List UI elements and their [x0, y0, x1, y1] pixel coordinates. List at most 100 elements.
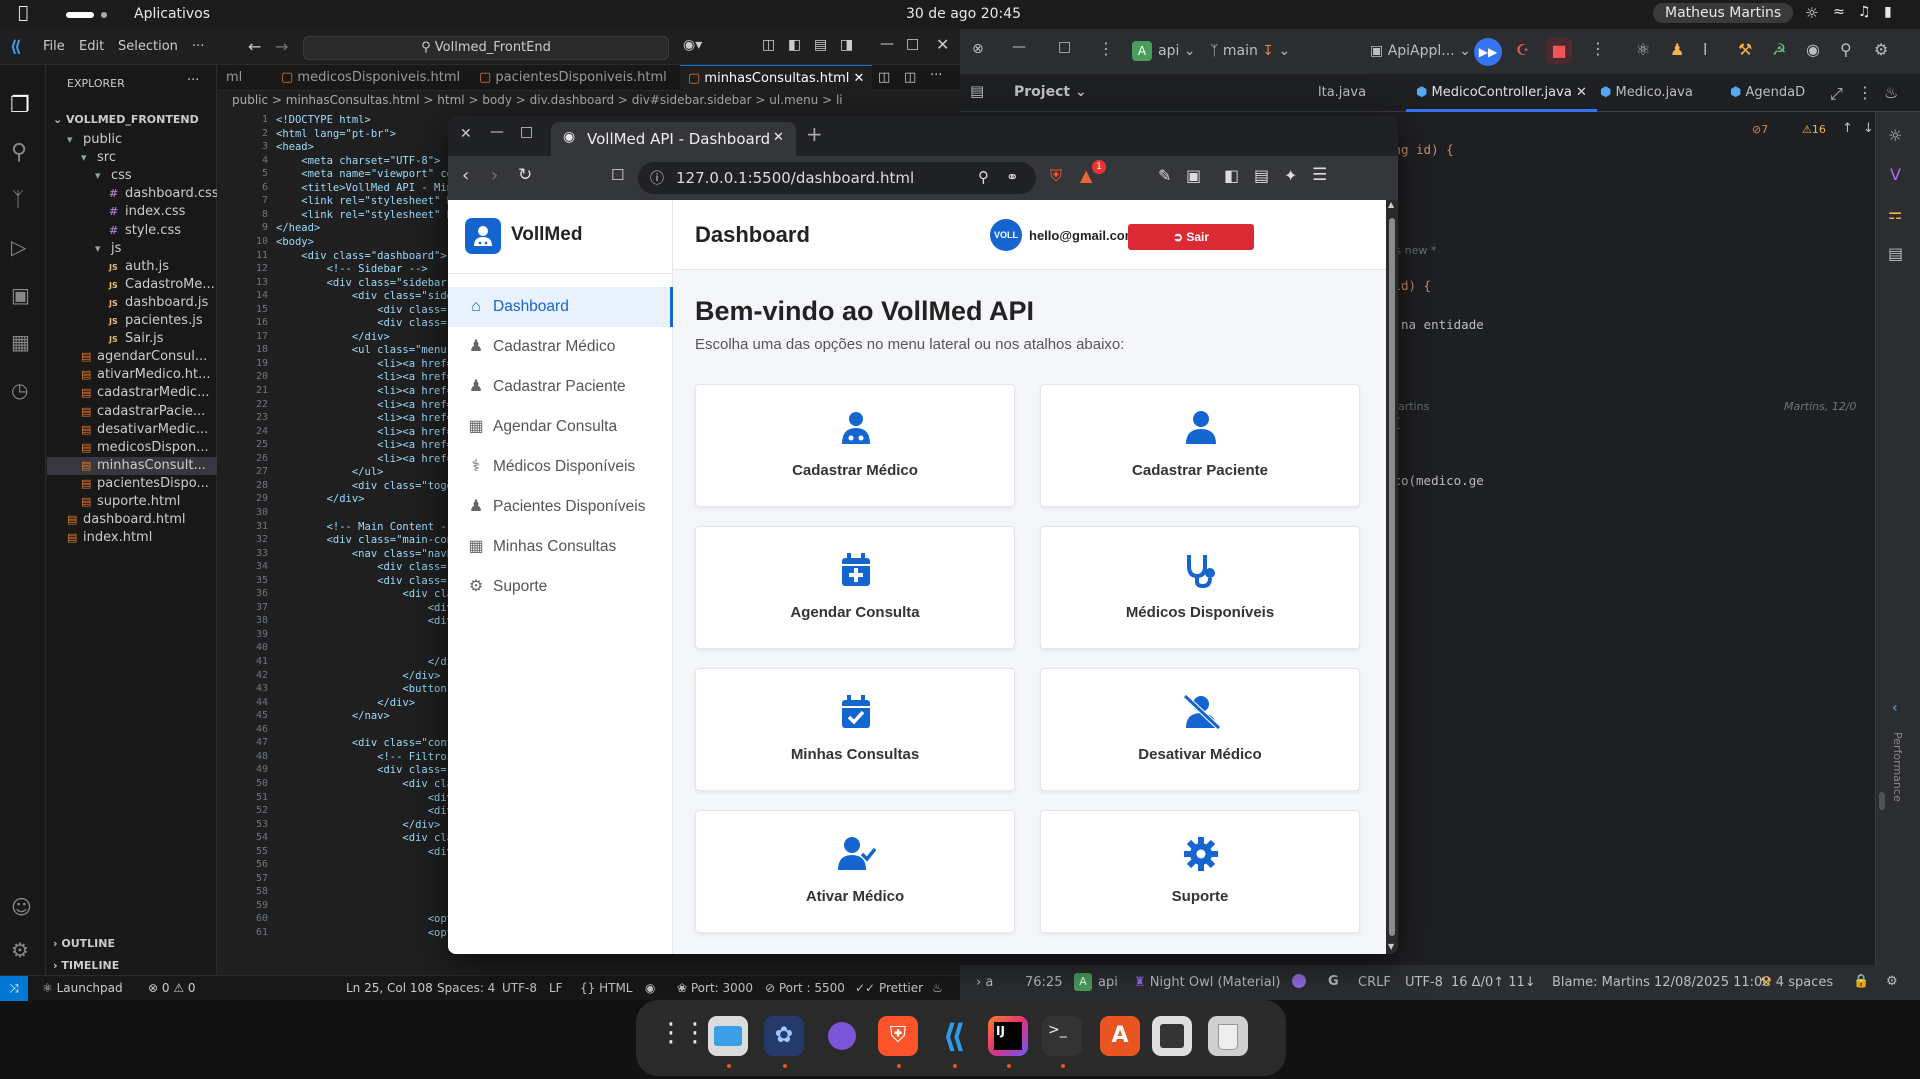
- tree-item[interactable]: JS pacientes.js: [47, 312, 217, 330]
- remote-indicator-icon[interactable]: ⤨: [0, 976, 28, 1001]
- indentation[interactable]: Spaces: 4: [437, 981, 495, 995]
- timeline-section[interactable]: › TIMELINE: [47, 955, 217, 977]
- tree-item[interactable]: ▾ css: [47, 167, 217, 185]
- close-window-icon[interactable]: ✕: [460, 126, 472, 142]
- close-tab-icon[interactable]: ✕: [854, 71, 865, 86]
- sidebar-item-agendar-consulta[interactable]: ▦ Agendar Consulta: [448, 407, 673, 447]
- tab-medicos-disponiveis[interactable]: ▢ medicosDisponiveis.html: [273, 65, 468, 91]
- collapse-icon[interactable]: ‹: [1892, 700, 1898, 716]
- shortcut-card-cadastrar-m-dico[interactable]: Cadastrar Médico: [695, 384, 1015, 507]
- app-center-icon[interactable]: A: [1100, 1016, 1140, 1056]
- terminal-icon[interactable]: >_: [1042, 1016, 1082, 1056]
- toggle-panel-icon[interactable]: ▤: [814, 37, 827, 53]
- layout-panels-icon[interactable]: ◫: [762, 37, 775, 53]
- tab-pacientes-disponiveis[interactable]: ▢ pacientesDisponiveis.html: [471, 65, 675, 91]
- settings-gear-icon[interactable]: ⚙: [1874, 40, 1888, 59]
- close-window-icon[interactable]: ⊗: [972, 41, 984, 57]
- tree-item[interactable]: ▾ public: [47, 131, 217, 149]
- line-separator[interactable]: CRLF: [1358, 975, 1391, 990]
- prettier-status[interactable]: ✓✓ Prettier: [855, 981, 923, 995]
- blame-info[interactable]: Blame: Martins 12/08/2025 11:00: [1552, 975, 1771, 990]
- minimize-icon[interactable]: —: [490, 124, 504, 140]
- status-breadcrumb[interactable]: › a: [976, 975, 993, 990]
- browser-scrollbar[interactable]: ▲ ▼: [1386, 200, 1398, 954]
- battery-icon[interactable]: ▮: [1884, 4, 1892, 20]
- split-editor-icon[interactable]: ◫: [904, 70, 916, 85]
- copilot-status-icon[interactable]: [1292, 974, 1306, 988]
- address-bar[interactable]: ⓘ 127.0.0.1:5500/dashboard.html ⚲ ⚭: [638, 162, 1036, 194]
- tree-item[interactable]: ▤ agendarConsul...: [47, 348, 217, 366]
- extensions-icon[interactable]: ✎: [1158, 166, 1171, 185]
- file-encoding[interactable]: UTF-8: [1405, 975, 1443, 990]
- menu-selection[interactable]: Selection: [118, 39, 178, 54]
- tab-medico-controller[interactable]: ⬢ MedicoController.java ✕: [1406, 74, 1597, 112]
- tree-item[interactable]: ▤ medicosDispon...: [47, 439, 217, 457]
- workspace-indicator-icon[interactable]: [66, 12, 94, 18]
- maximize-icon[interactable]: □: [906, 36, 919, 52]
- mysql-workbench-icon[interactable]: ✿: [764, 1016, 804, 1056]
- forward-icon[interactable]: ›: [491, 165, 498, 186]
- tree-item[interactable]: ▤ cadastrarPacie...: [47, 403, 217, 421]
- menu-file[interactable]: File: [43, 39, 65, 54]
- brightness-icon[interactable]: ☼: [1805, 4, 1818, 22]
- leo-ai-icon[interactable]: ✦: [1284, 166, 1297, 185]
- sidebar-item-pacientes-dispon-veis[interactable]: ♟ Pacientes Disponíveis: [448, 487, 673, 527]
- shortcut-card-desativar-m-dico[interactable]: Desativar Médico: [1040, 668, 1360, 791]
- tab-partial-java[interactable]: lta.java: [1318, 85, 1366, 100]
- workspace-dot-icon[interactable]: [101, 12, 107, 18]
- close-tab-icon[interactable]: ✕: [773, 130, 784, 145]
- indent-selector[interactable]: ⚒ 4 spaces: [1760, 975, 1833, 990]
- close-tab-icon[interactable]: ✕: [1576, 85, 1587, 100]
- extensions-icon[interactable]: ▦: [11, 330, 30, 354]
- shortcut-card-agendar-consulta[interactable]: Agendar Consulta: [695, 526, 1015, 649]
- source-control-icon[interactable]: ᛉ: [12, 187, 24, 211]
- next-highlight-icon[interactable]: ↓: [1863, 121, 1874, 136]
- bookmark-icon[interactable]: ☐: [611, 166, 624, 184]
- stop-icon[interactable]: ■: [1546, 38, 1572, 64]
- tree-item[interactable]: ▤ dashboard.html: [47, 511, 217, 529]
- status-project[interactable]: api: [1098, 975, 1118, 990]
- timeline-icon[interactable]: ◷: [11, 378, 28, 402]
- tree-item[interactable]: # dashboard.css: [47, 185, 217, 203]
- menu-hamburger-icon[interactable]: ☰: [1312, 165, 1327, 185]
- performance-tab[interactable]: Performance: [1891, 732, 1904, 802]
- translate-icon[interactable]: ا: [1703, 40, 1707, 59]
- tree-item[interactable]: ▾ src: [47, 149, 217, 167]
- scroll-down-icon[interactable]: ▼: [1388, 942, 1394, 951]
- lock-icon[interactable]: 🔒: [1853, 974, 1869, 989]
- logout-button[interactable]: ➲ Sair: [1128, 224, 1254, 250]
- sidebar-item-dashboard[interactable]: ⌂ Dashboard: [448, 287, 673, 327]
- copilot-icon[interactable]: ◉▾: [683, 37, 702, 53]
- back-arrow-icon[interactable]: ←: [248, 37, 261, 56]
- tree-item[interactable]: ▤ desativarMedic...: [47, 421, 217, 439]
- explorer-more-icon[interactable]: ···: [187, 73, 199, 88]
- obsidian-icon[interactable]: [822, 1016, 862, 1056]
- tree-item[interactable]: JS dashboard.js: [47, 294, 217, 312]
- main-menu-icon[interactable]: ⋮: [1098, 39, 1114, 58]
- info-icon[interactable]: ⓘ: [650, 168, 664, 188]
- tab-agenda[interactable]: ⬢ AgendaD: [1730, 85, 1805, 100]
- rerun-icon[interactable]: ▶▶: [1474, 38, 1502, 66]
- maximize-icon[interactable]: □: [1058, 39, 1071, 55]
- open-preview-icon[interactable]: ◫: [878, 70, 890, 85]
- command-center-search[interactable]: ⚲ Vollmed_FrontEnd: [303, 36, 669, 60]
- wallet-icon[interactable]: ▤: [1254, 166, 1269, 185]
- language-mode[interactable]: {} HTML: [580, 981, 632, 995]
- vscode-plugin-icon[interactable]: V: [1890, 165, 1901, 184]
- wifi-icon[interactable]: ≈: [1833, 4, 1845, 20]
- menu-edit[interactable]: Edit: [79, 39, 104, 54]
- vscode-dock-icon[interactable]: ⟪: [934, 1016, 974, 1056]
- account-icon[interactable]: ☺: [11, 895, 32, 919]
- search-icon[interactable]: ⚲: [11, 140, 27, 165]
- tree-item[interactable]: ▤ pacientesDispo...: [47, 475, 217, 493]
- inspections-count[interactable]: ⊘7: [1752, 123, 1768, 136]
- maven-icon[interactable]: ⚎: [1888, 204, 1902, 223]
- project-tool-icon[interactable]: ▤: [970, 82, 984, 100]
- tree-item[interactable]: JS Sair.js: [47, 330, 217, 348]
- cursor-position[interactable]: Ln 25, Col 108: [346, 981, 433, 995]
- zoom-icon[interactable]: ⚲: [978, 168, 989, 186]
- sidebar-item-cadastrar-m-dico[interactable]: ♟ Cadastrar Médico: [448, 327, 673, 367]
- vcs-branch-selector[interactable]: ᛉ main ↧ ⌄: [1210, 43, 1290, 59]
- close-icon[interactable]: ✕: [936, 35, 949, 54]
- browser-tab-active[interactable]: ◉ VollMed API - Dashboard ✕: [551, 122, 796, 156]
